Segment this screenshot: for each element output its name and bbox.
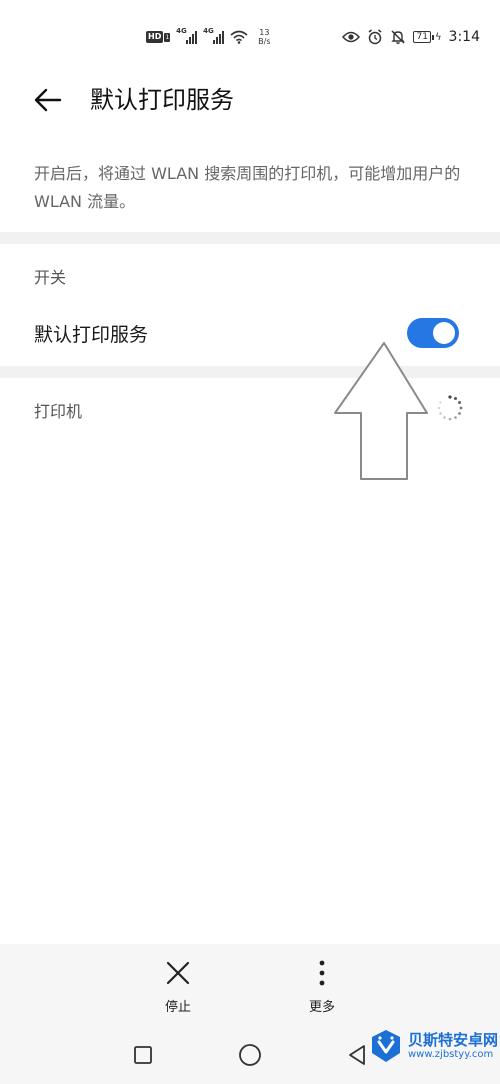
- stop-label: 停止: [164, 1000, 191, 1015]
- annotation-arrow: [334, 342, 428, 480]
- mute-bell-icon: [391, 30, 406, 44]
- wifi-icon: [230, 30, 248, 44]
- bottom-action-bar: 停止 更多: [0, 944, 500, 1026]
- status-time: 3:14: [448, 29, 480, 45]
- eye-icon: [342, 31, 361, 43]
- section-divider: [0, 232, 500, 244]
- page-title: 默认打印服务: [90, 86, 234, 114]
- status-left: HD 1 4G 4G 13 B/s: [146, 24, 271, 50]
- recents-button[interactable]: [128, 1040, 158, 1070]
- circle-icon: [239, 1044, 261, 1066]
- more-vertical-icon: [319, 960, 325, 986]
- stop-button[interactable]: 停止: [138, 958, 218, 1020]
- back-button[interactable]: [28, 80, 68, 120]
- net-speed-unit: B/s: [258, 37, 271, 46]
- watermark-url: www.zjbstyy.com: [408, 1049, 494, 1060]
- service-description: 开启后，将通过 WLAN 搜索周围的打印机，可能增加用户的 WLAN 流量。: [34, 164, 461, 211]
- hd-sub-label: 1: [164, 32, 171, 42]
- close-icon: [166, 961, 190, 985]
- hd-voice-icon: HD 1: [146, 31, 171, 43]
- screen: HD 1 4G 4G 13 B/s 71 ϟ 3:14 默认打印服务 开启后，将…: [0, 0, 500, 1084]
- more-button[interactable]: 更多: [282, 958, 362, 1020]
- printer-section-header: 打印机: [34, 402, 83, 421]
- status-bar: HD 1 4G 4G 13 B/s 71 ϟ 3:14: [0, 0, 500, 72]
- status-right: 71 ϟ 3:14: [342, 26, 480, 48]
- switch-section-header: 开关: [34, 268, 67, 287]
- square-icon: [134, 1046, 152, 1064]
- watermark: 贝斯特安卓网 www.zjbstyy.com: [368, 1016, 500, 1076]
- app-bar: 默认打印服务: [0, 72, 500, 128]
- battery-level: 71: [413, 31, 431, 43]
- network-speed: 13 B/s: [258, 28, 270, 46]
- hd-label: HD: [146, 31, 164, 43]
- loading-spinner-icon: [437, 395, 463, 421]
- default-print-service-label: 默认打印服务: [34, 324, 149, 346]
- alarm-icon: [369, 29, 382, 45]
- cell-signal-icon: 4G: [176, 27, 198, 44]
- back-arrow-icon: [34, 88, 62, 112]
- signal-gen-label-2: 4G: [203, 27, 214, 35]
- signal-gen-label: 4G: [176, 27, 187, 35]
- triangle-back-icon: [349, 1045, 365, 1065]
- watermark-name: 贝斯特安卓网: [408, 1031, 499, 1049]
- watermark-logo-icon: [372, 1030, 400, 1062]
- cell-signal-icon-2: 4G: [203, 27, 225, 44]
- toggle-knob: [433, 322, 455, 344]
- more-label: 更多: [308, 1000, 335, 1015]
- battery-icon: 71 ϟ: [413, 31, 442, 43]
- net-speed-value: 13: [259, 28, 270, 37]
- charging-icon: ϟ: [434, 31, 442, 43]
- home-button[interactable]: [235, 1040, 265, 1070]
